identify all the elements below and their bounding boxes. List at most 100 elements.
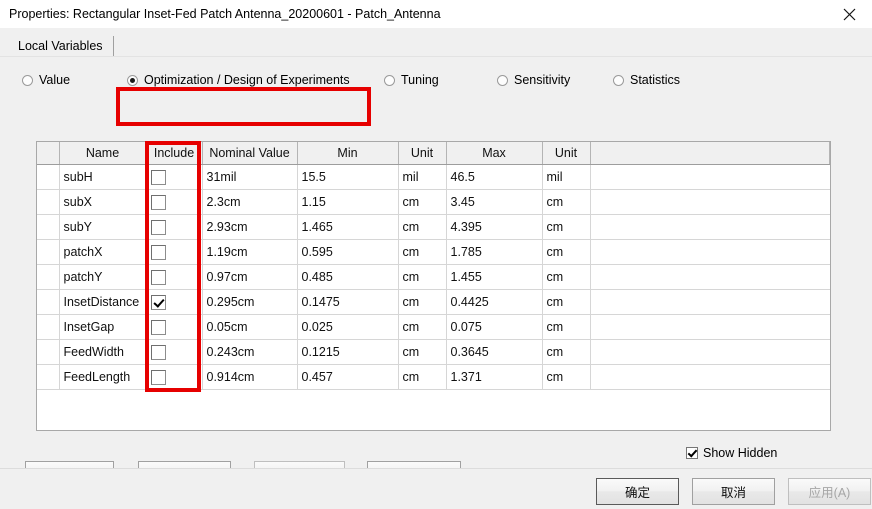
cell-max[interactable]: 1.455 — [446, 264, 543, 290]
cell-empty[interactable] — [590, 339, 830, 365]
cell-max-unit[interactable]: cm — [542, 339, 591, 365]
cell-min-unit[interactable]: cm — [398, 189, 447, 215]
cell-min-unit[interactable]: cm — [398, 239, 447, 265]
checkbox-checked-icon[interactable] — [150, 294, 166, 310]
checkbox-unchecked-icon[interactable] — [150, 194, 166, 210]
cell-min[interactable]: 0.595 — [297, 239, 399, 265]
cell-max[interactable]: 46.5 — [446, 164, 543, 190]
cell-max[interactable]: 3.45 — [446, 189, 543, 215]
cell-empty[interactable] — [590, 239, 830, 265]
checkbox-unchecked-icon[interactable] — [150, 169, 166, 185]
cell-include[interactable] — [146, 239, 203, 265]
show-hidden-checkbox[interactable]: Show Hidden — [686, 446, 777, 460]
grid-column-include[interactable]: Include — [146, 142, 203, 165]
cell-empty[interactable] — [590, 164, 830, 190]
cell-empty[interactable] — [590, 314, 830, 340]
cell-name[interactable]: patchY — [59, 264, 147, 290]
cell-min-unit[interactable]: mil — [398, 164, 447, 190]
cell-include[interactable] — [146, 214, 203, 240]
cell-name[interactable]: InsetGap — [59, 314, 147, 340]
grid-column-nominal-value[interactable]: Nominal Value — [202, 142, 298, 165]
cell-min-unit[interactable]: cm — [398, 364, 447, 390]
cell-min[interactable]: 0.485 — [297, 264, 399, 290]
cancel-button[interactable]: 取消 — [692, 478, 775, 505]
cell-nominal-value[interactable]: 0.243cm — [202, 339, 298, 365]
cell-max-unit[interactable]: cm — [542, 239, 591, 265]
cell-max[interactable]: 1.371 — [446, 364, 543, 390]
cell-max[interactable]: 4.395 — [446, 214, 543, 240]
grid-column-max[interactable]: Max — [446, 142, 543, 165]
cell-empty[interactable] — [590, 289, 830, 315]
cell-empty[interactable] — [590, 189, 830, 215]
mode-radio-statistics[interactable]: Statistics — [613, 73, 680, 87]
table-row[interactable]: patchY 0.97cm 0.485 cm 1.455 cm — [37, 264, 830, 290]
cell-min[interactable]: 0.1475 — [297, 289, 399, 315]
table-row[interactable]: InsetGap 0.05cm 0.025 cm 0.075 cm — [37, 314, 830, 340]
cell-max-unit[interactable]: cm — [542, 364, 591, 390]
cell-min-unit[interactable]: cm — [398, 289, 447, 315]
cell-name[interactable]: patchX — [59, 239, 147, 265]
grid-column-min[interactable]: Min — [297, 142, 399, 165]
cell-include[interactable] — [146, 164, 203, 190]
cell-max-unit[interactable]: cm — [542, 214, 591, 240]
cell-max-unit[interactable]: cm — [542, 264, 591, 290]
cell-min-unit[interactable]: cm — [398, 339, 447, 365]
grid-column-empty[interactable] — [590, 142, 830, 165]
cell-max-unit[interactable]: mil — [542, 164, 591, 190]
cell-name[interactable]: subH — [59, 164, 147, 190]
cell-min[interactable]: 0.457 — [297, 364, 399, 390]
table-row[interactable]: subX 2.3cm 1.15 cm 3.45 cm — [37, 189, 830, 215]
cell-max-unit[interactable]: cm — [542, 314, 591, 340]
cell-min[interactable]: 15.5 — [297, 164, 399, 190]
cell-nominal-value[interactable]: 2.93cm — [202, 214, 298, 240]
mode-radio-value[interactable]: Value — [22, 73, 70, 87]
cell-max-unit[interactable]: cm — [542, 289, 591, 315]
variables-grid[interactable]: Name Include Nominal Value Min Unit Max … — [36, 141, 831, 431]
grid-column-min-unit[interactable]: Unit — [398, 142, 447, 165]
row-selector-cell[interactable] — [37, 364, 60, 390]
row-selector-cell[interactable] — [37, 339, 60, 365]
cell-min-unit[interactable]: cm — [398, 264, 447, 290]
row-selector-cell[interactable] — [37, 239, 60, 265]
cell-min-unit[interactable]: cm — [398, 214, 447, 240]
cell-nominal-value[interactable]: 0.05cm — [202, 314, 298, 340]
cell-max[interactable]: 0.3645 — [446, 339, 543, 365]
table-row[interactable]: subH 31mil 15.5 mil 46.5 mil — [37, 164, 830, 190]
cell-min[interactable]: 0.1215 — [297, 339, 399, 365]
mode-radio-tuning[interactable]: Tuning — [384, 73, 439, 87]
cell-name[interactable]: FeedWidth — [59, 339, 147, 365]
cell-nominal-value[interactable]: 1.19cm — [202, 239, 298, 265]
row-selector-cell[interactable] — [37, 164, 60, 190]
cell-include[interactable] — [146, 264, 203, 290]
cell-min[interactable]: 1.15 — [297, 189, 399, 215]
cell-max[interactable]: 0.075 — [446, 314, 543, 340]
cell-max-unit[interactable]: cm — [542, 189, 591, 215]
cell-empty[interactable] — [590, 364, 830, 390]
table-row[interactable]: patchX 1.19cm 0.595 cm 1.785 cm — [37, 239, 830, 265]
checkbox-unchecked-icon[interactable] — [150, 269, 166, 285]
row-selector-cell[interactable] — [37, 289, 60, 315]
checkbox-unchecked-icon[interactable] — [150, 219, 166, 235]
cell-include[interactable] — [146, 289, 203, 315]
checkbox-unchecked-icon[interactable] — [150, 319, 166, 335]
table-row[interactable]: subY 2.93cm 1.465 cm 4.395 cm — [37, 214, 830, 240]
cell-include[interactable] — [146, 314, 203, 340]
ok-button[interactable]: 确定 — [596, 478, 679, 505]
mode-radio-optimization[interactable]: Optimization / Design of Experiments — [127, 73, 350, 87]
cell-include[interactable] — [146, 364, 203, 390]
tab-local-variables[interactable]: Local Variables — [8, 36, 114, 57]
cell-nominal-value[interactable]: 0.295cm — [202, 289, 298, 315]
cell-min[interactable]: 1.465 — [297, 214, 399, 240]
grid-column-max-unit[interactable]: Unit — [542, 142, 591, 165]
cell-nominal-value[interactable]: 0.914cm — [202, 364, 298, 390]
cell-min-unit[interactable]: cm — [398, 314, 447, 340]
row-selector-cell[interactable] — [37, 189, 60, 215]
checkbox-unchecked-icon[interactable] — [150, 244, 166, 260]
checkbox-unchecked-icon[interactable] — [150, 344, 166, 360]
grid-column-name[interactable]: Name — [59, 142, 147, 165]
row-selector-cell[interactable] — [37, 314, 60, 340]
cell-name[interactable]: subX — [59, 189, 147, 215]
table-row[interactable]: FeedLength 0.914cm 0.457 cm 1.371 cm — [37, 364, 830, 390]
cell-include[interactable] — [146, 339, 203, 365]
table-row[interactable]: FeedWidth 0.243cm 0.1215 cm 0.3645 cm — [37, 339, 830, 365]
